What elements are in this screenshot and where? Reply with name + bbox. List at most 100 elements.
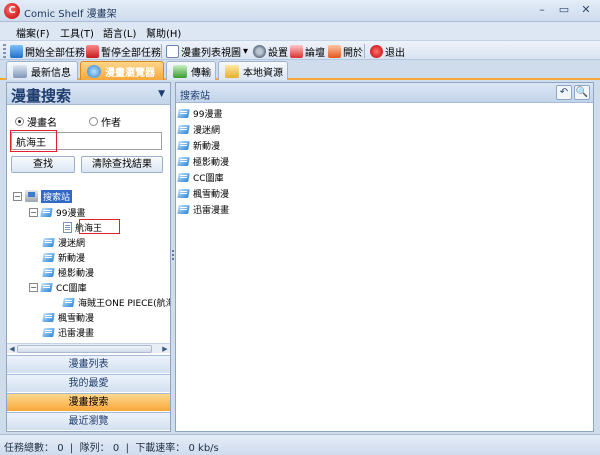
menu-help[interactable]: 幫助(H)	[146, 25, 181, 40]
site-list-item[interactable]: 迅雷漫畫	[178, 202, 229, 217]
tree-root[interactable]: − 搜索站	[13, 189, 73, 203]
queue-count: 0	[112, 443, 120, 454]
exit-label: 退出	[385, 47, 405, 59]
tab-transfer[interactable]: 傳輸	[166, 61, 216, 80]
book-icon	[43, 267, 55, 278]
menu-tools[interactable]: 工具(T)	[60, 25, 94, 40]
site-list-item[interactable]: 漫迷網	[178, 122, 220, 137]
book-icon	[178, 204, 190, 215]
globe-icon	[87, 64, 101, 78]
tree-item-label: 新動漫	[58, 253, 86, 264]
donate-button[interactable]: 開於	[328, 43, 363, 59]
forum-label: 論壇	[305, 47, 325, 59]
splitter-grip[interactable]	[172, 250, 174, 262]
site-list-item[interactable]: CC圖庫	[178, 170, 224, 185]
pause-all-button[interactable]: 暫停全部任務	[86, 43, 161, 59]
book-icon	[41, 207, 53, 218]
news-icon	[13, 64, 27, 78]
start-all-button[interactable]: 開始全部任務	[10, 43, 85, 59]
tab-latest-info[interactable]: 最新信息	[6, 61, 78, 80]
book-icon	[178, 124, 190, 135]
search-icon[interactable]: 🔍	[574, 85, 590, 100]
computer-icon	[25, 190, 38, 202]
tree-item[interactable]: 漫迷網	[43, 235, 85, 249]
panel-header: 漫畫搜索 ▼	[7, 83, 170, 105]
tree-result-label: 航海王	[75, 223, 103, 234]
maximize-button[interactable]: ▭	[555, 3, 573, 18]
tree-item[interactable]: 極影動漫	[43, 265, 94, 279]
radio-comic-name-label: 漫畫名	[27, 118, 57, 129]
book-icon	[178, 188, 190, 199]
queue-label: 隊列：	[79, 443, 110, 454]
clear-results-button[interactable]: 清除查找結果	[81, 156, 163, 173]
tree-result-item[interactable]: 海賊王ONE PIECE(航海	[63, 295, 170, 309]
book-icon	[63, 297, 75, 308]
scroll-left-icon[interactable]: ◀	[7, 344, 17, 354]
collapse-icon[interactable]: −	[29, 207, 38, 217]
tree-item-label: 楓雪動漫	[58, 313, 95, 324]
close-button[interactable]: ✕	[577, 3, 595, 18]
tab-comic-browser-label: 漫畫瀏覽器	[105, 67, 155, 79]
site-list-item[interactable]: 楓雪動漫	[178, 186, 229, 201]
window-title: Comic Shelf 漫畫架	[24, 9, 117, 20]
menu-file[interactable]: 檔案(F)	[16, 25, 50, 40]
back-icon[interactable]: ↶	[556, 85, 572, 100]
forum-icon	[290, 44, 303, 58]
tree-item[interactable]: 新動漫	[43, 250, 85, 264]
menu-language[interactable]: 語言(L)	[103, 25, 136, 40]
collapse-icon[interactable]: −	[29, 282, 38, 292]
tree-result-label: 海賊王ONE PIECE(航海	[78, 298, 170, 309]
site-label: 漫迷網	[193, 126, 221, 136]
nav-recent[interactable]: 最近瀏覽	[7, 412, 170, 430]
toolbar: 開始全部任務 暫停全部任務 漫畫列表視圖 ▾ 設置 論壇 開於 退出	[0, 40, 600, 60]
donate-label: 開於	[343, 47, 363, 59]
tree-item[interactable]: − CC圖庫	[29, 280, 87, 294]
nav-favorites[interactable]: 我的最愛	[7, 374, 170, 392]
site-list-item[interactable]: 99漫畫	[178, 106, 222, 121]
radio-comic-name[interactable]: 漫畫名	[15, 114, 57, 129]
tree-result-item[interactable]: 航海王	[63, 220, 102, 234]
page-icon	[63, 221, 72, 233]
tree-item[interactable]: 迅雷漫畫	[43, 325, 94, 339]
play-icon	[10, 44, 23, 58]
site-list-item[interactable]: 極影動漫	[178, 154, 229, 169]
tab-local-resources[interactable]: 本地資源	[218, 61, 288, 80]
book-icon	[178, 156, 190, 167]
exit-button[interactable]: 退出	[370, 43, 405, 59]
minimize-button[interactable]: –	[533, 3, 551, 18]
toolbar-separator	[161, 44, 162, 58]
scrollbar-thumb[interactable]	[17, 345, 152, 353]
site-label: 極影動漫	[193, 158, 230, 168]
scroll-right-icon[interactable]: ▶	[160, 344, 170, 354]
book-icon	[43, 237, 55, 248]
site-label: CC圖庫	[193, 174, 224, 184]
collapse-icon[interactable]: −	[13, 191, 22, 201]
app-logo-icon: C	[4, 3, 20, 19]
status-bar: 任務總數： 0 | 隊列： 0 | 下載速率： 0 kb/s	[0, 434, 600, 455]
tree-item[interactable]: 楓雪動漫	[43, 310, 94, 324]
pause-all-label: 暫停全部任務	[101, 47, 161, 59]
book-icon	[43, 327, 55, 338]
tab-latest-info-label: 最新信息	[31, 67, 71, 79]
radio-author[interactable]: 作者	[89, 114, 121, 129]
list-view-button[interactable]: 漫畫列表視圖 ▾	[166, 43, 248, 59]
toolbar-separator	[364, 44, 365, 58]
search-button[interactable]: 查找	[11, 156, 75, 173]
forum-button[interactable]: 論壇	[290, 43, 325, 59]
site-list-item[interactable]: 新動漫	[178, 138, 220, 153]
tab-comic-browser[interactable]: 漫畫瀏覽器	[80, 61, 164, 80]
nav-comic-list[interactable]: 漫畫列表	[7, 355, 170, 373]
settings-button[interactable]: 設置	[253, 43, 288, 59]
tree-item[interactable]: − 99漫畫	[29, 205, 85, 219]
search-input[interactable]	[11, 132, 162, 150]
panel-menu-icon[interactable]: ▼	[158, 89, 165, 99]
toolbar-grip[interactable]	[3, 44, 6, 58]
horizontal-scrollbar[interactable]: ◀ ▶	[7, 343, 170, 353]
main-tab-bar: 最新信息 漫畫瀏覽器 傳輸 本地資源	[0, 60, 600, 80]
nav-comic-search[interactable]: 漫畫搜索	[7, 393, 170, 411]
download-speed-label: 下載速率：	[135, 443, 186, 454]
tab-transfer-label: 傳輸	[191, 67, 211, 79]
download-icon	[173, 64, 187, 78]
site-label: 楓雪動漫	[193, 190, 230, 200]
tree-item-label: 漫迷網	[58, 238, 86, 249]
